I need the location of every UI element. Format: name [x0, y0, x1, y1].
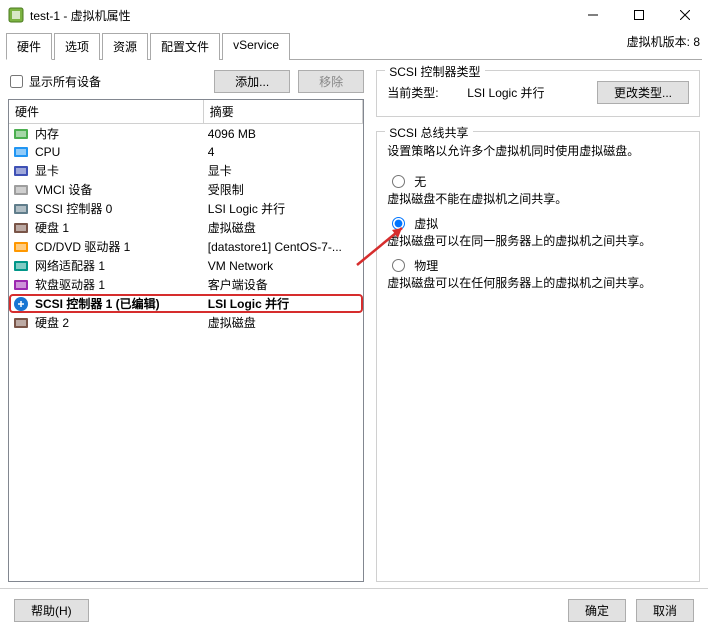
device-icon: [13, 126, 29, 142]
device-summary: 显卡: [204, 162, 363, 179]
device-name: VMCI 设备: [35, 181, 92, 198]
device-summary: 4096 MB: [204, 127, 363, 141]
cancel-button[interactable]: 取消: [636, 599, 694, 622]
ok-button[interactable]: 确定: [568, 599, 626, 622]
device-name: 软盘驱动器 1: [35, 276, 105, 293]
tabs: 硬件 选项 资源 配置文件 vService: [6, 30, 702, 60]
device-summary: [datastore1] CentOS-7-...: [204, 240, 363, 254]
device-name: 网络适配器 1: [35, 257, 105, 274]
device-icon: [13, 239, 29, 255]
col-hardware[interactable]: 硬件: [9, 100, 204, 123]
none-desc: 虚拟磁盘不能在虚拟机之间共享。: [387, 190, 689, 207]
table-row[interactable]: CD/DVD 驱动器 1 [datastore1] CentOS-7-...: [9, 237, 363, 256]
device-icon: [13, 296, 29, 312]
device-icon: [13, 163, 29, 179]
device-icon: [13, 182, 29, 198]
footer: 帮助(H) 确定 取消: [0, 588, 708, 632]
device-name: 显卡: [35, 162, 59, 179]
table-row[interactable]: 内存 4096 MB: [9, 124, 363, 143]
window-title: test-1 - 虚拟机属性: [30, 7, 570, 24]
device-summary: VM Network: [204, 259, 363, 273]
device-name: SCSI 控制器 1 (已编辑): [35, 295, 160, 312]
device-summary: 受限制: [204, 181, 363, 198]
radio-none[interactable]: [392, 175, 405, 188]
table-row[interactable]: VMCI 设备 受限制: [9, 180, 363, 199]
current-type-label: 当前类型:: [387, 84, 457, 101]
device-name: CD/DVD 驱动器 1: [35, 238, 130, 255]
device-summary: 虚拟磁盘: [204, 314, 363, 331]
minimize-button[interactable]: [570, 0, 616, 30]
controller-type-group: SCSI 控制器类型 当前类型: LSI Logic 并行 更改类型...: [376, 70, 700, 117]
current-type-value: LSI Logic 并行: [467, 84, 587, 101]
bus-sharing-group: SCSI 总线共享 设置策略以允许多个虚拟机同时使用虚拟磁盘。 无 虚拟磁盘不能…: [376, 131, 700, 582]
titlebar: test-1 - 虚拟机属性: [0, 0, 708, 30]
device-icon: [13, 277, 29, 293]
device-icon: [13, 201, 29, 217]
tab-vservice[interactable]: vService: [222, 33, 290, 60]
show-all-checkbox[interactable]: [10, 75, 23, 88]
table-row[interactable]: SCSI 控制器 1 (已编辑) LSI Logic 并行: [9, 294, 363, 313]
change-type-button[interactable]: 更改类型...: [597, 81, 689, 104]
tab-resources[interactable]: 资源: [102, 33, 148, 60]
vm-version-label: 虚拟机版本: 8: [627, 33, 700, 50]
radio-none-label: 无: [414, 173, 426, 190]
device-name: 硬盘 2: [35, 314, 69, 331]
bus-sharing-legend: SCSI 总线共享: [385, 124, 472, 141]
tab-profiles[interactable]: 配置文件: [150, 33, 220, 60]
device-name: SCSI 控制器 0: [35, 200, 112, 217]
table-row[interactable]: 网络适配器 1 VM Network: [9, 256, 363, 275]
device-summary: LSI Logic 并行: [204, 200, 363, 217]
virtual-desc: 虚拟磁盘可以在同一服务器上的虚拟机之间共享。: [387, 232, 689, 249]
device-summary: 4: [204, 145, 363, 159]
device-icon: [13, 144, 29, 160]
controller-type-legend: SCSI 控制器类型: [385, 63, 484, 80]
show-all-label: 显示所有设备: [29, 73, 101, 90]
device-summary: 虚拟磁盘: [204, 219, 363, 236]
device-name: 硬盘 1: [35, 219, 69, 236]
remove-button[interactable]: 移除: [298, 70, 364, 93]
device-icon: [13, 220, 29, 236]
device-icon: [13, 258, 29, 274]
table-row[interactable]: 显卡 显卡: [9, 161, 363, 180]
close-button[interactable]: [662, 0, 708, 30]
table-row[interactable]: 硬盘 1 虚拟磁盘: [9, 218, 363, 237]
radio-virtual[interactable]: [392, 217, 405, 230]
window-controls: [570, 0, 708, 30]
table-row[interactable]: 软盘驱动器 1 客户端设备: [9, 275, 363, 294]
col-summary[interactable]: 摘要: [204, 100, 363, 123]
help-button[interactable]: 帮助(H): [14, 599, 89, 622]
device-summary: LSI Logic 并行: [204, 295, 363, 312]
bus-hint: 设置策略以允许多个虚拟机同时使用虚拟磁盘。: [387, 142, 689, 159]
device-summary: 客户端设备: [204, 276, 363, 293]
app-icon: [8, 7, 24, 23]
tab-hardware[interactable]: 硬件: [6, 33, 52, 60]
table-row[interactable]: 硬盘 2 虚拟磁盘: [9, 313, 363, 332]
device-name: CPU: [35, 145, 60, 159]
hardware-table: 硬件 摘要 内存4096 MBCPU4显卡显卡VMCI 设备受限制SCSI 控制…: [8, 99, 364, 582]
maximize-button[interactable]: [616, 0, 662, 30]
physical-desc: 虚拟磁盘可以在任何服务器上的虚拟机之间共享。: [387, 274, 689, 291]
device-icon: [13, 315, 29, 331]
add-button[interactable]: 添加...: [214, 70, 290, 93]
radio-physical[interactable]: [392, 259, 405, 272]
device-name: 内存: [35, 125, 59, 142]
table-row[interactable]: CPU 4: [9, 143, 363, 161]
tab-options[interactable]: 选项: [54, 33, 100, 60]
table-row[interactable]: SCSI 控制器 0 LSI Logic 并行: [9, 199, 363, 218]
radio-physical-label: 物理: [414, 257, 438, 274]
radio-virtual-label: 虚拟: [414, 215, 438, 232]
